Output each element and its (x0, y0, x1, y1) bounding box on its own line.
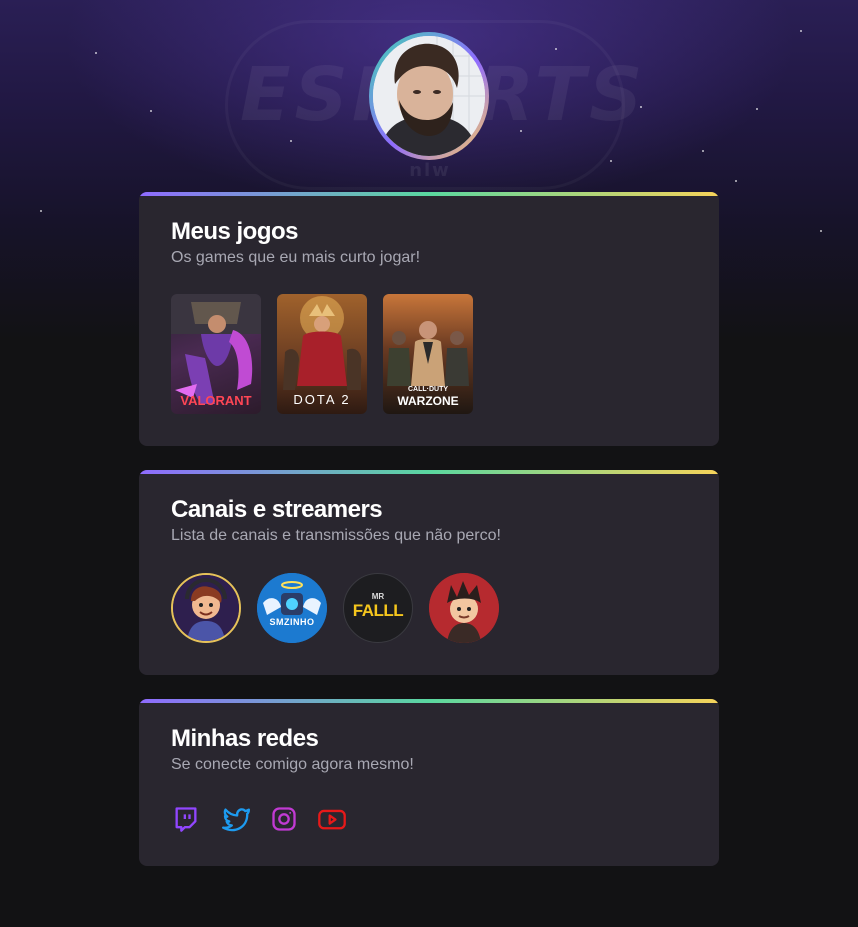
streamer-label-top: MR (371, 592, 385, 601)
profile-avatar (369, 32, 489, 160)
streamer-label: FALLL (352, 601, 404, 620)
game-label: WARZONE (397, 394, 459, 408)
streamer-label: SMZINHO (269, 617, 315, 627)
game-label: DOTA 2 (293, 392, 351, 407)
games-subtitle: Os games que eu mais curto jogar! (171, 249, 421, 266)
channels-card: Canais e streamers Lista de canais e tra… (139, 470, 719, 675)
card-gradient-bar (139, 699, 719, 703)
twitter-icon[interactable] (221, 804, 251, 834)
instagram-icon[interactable] (269, 804, 299, 834)
game-dota-2[interactable]: DOTA 2 (277, 294, 367, 414)
card-gradient-bar (139, 470, 719, 474)
card-gradient-bar (139, 192, 719, 196)
game-label: VALORANT (180, 393, 252, 408)
socials-card: Minhas redes Se conecte comigo agora mes… (139, 699, 719, 866)
games-card: Meus jogos Os games que eu mais curto jo… (139, 192, 719, 446)
twitch-icon[interactable] (171, 804, 201, 834)
socials-title: Minhas redes (171, 725, 319, 752)
streamer-avatar-3[interactable]: MR FALLL (343, 573, 413, 643)
games-title: Meus jogos (171, 218, 299, 245)
channels-subtitle: Lista de canais e transmissões que não p… (171, 527, 501, 544)
game-label-top: CALL·DUTY (407, 386, 449, 393)
socials-subtitle: Se conecte comigo agora mesmo! (171, 756, 414, 773)
streamer-avatar-2[interactable]: SMZINHO (257, 573, 327, 643)
user-avatar-icon (373, 36, 485, 156)
youtube-icon[interactable] (317, 804, 347, 834)
game-valorant[interactable]: VALORANT (171, 294, 261, 414)
streamer-avatar-1[interactable] (171, 573, 241, 643)
streamer-avatar-4[interactable] (429, 573, 499, 643)
game-warzone[interactable]: CALL·DUTY WARZONE (383, 294, 473, 414)
hero-watermark-sub: nlw (409, 160, 451, 181)
channels-title: Canais e streamers (171, 496, 383, 523)
